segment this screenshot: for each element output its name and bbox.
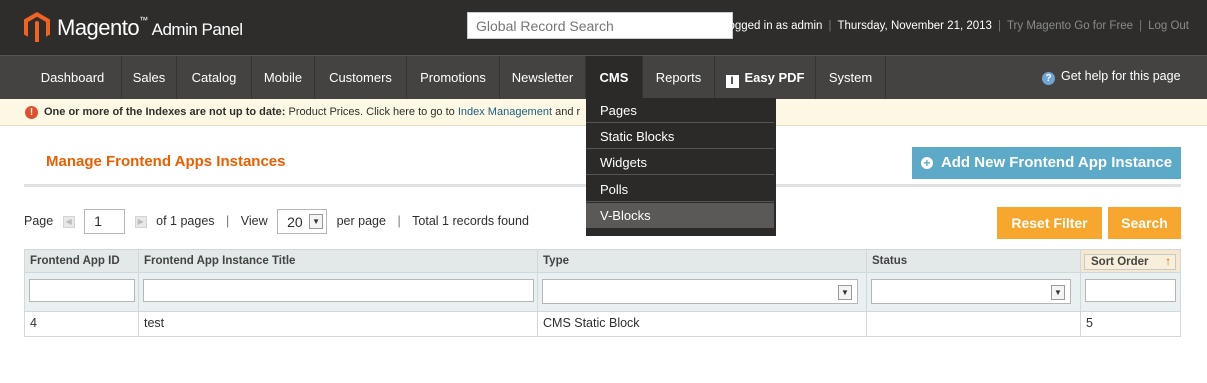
table-row[interactable]: 4 test CMS Static Block 5 [25, 312, 1180, 336]
separator: | [397, 214, 401, 229]
nav-dashboard[interactable]: Dashboard [24, 56, 122, 99]
filter-cell [25, 273, 139, 311]
menu-item-pages[interactable]: Pages [586, 98, 774, 123]
page-label: Page [24, 214, 54, 229]
help-icon: ? [1042, 72, 1055, 85]
filter-status-select[interactable]: ▼ [871, 279, 1071, 304]
cell-title: test [139, 312, 538, 336]
per-page-value: 20 [287, 214, 303, 230]
chevron-down-icon: ▼ [1051, 285, 1065, 300]
cell-type: CMS Static Block [538, 312, 867, 336]
col-instance-title[interactable]: Frontend App Instance Title [139, 250, 538, 272]
instances-grid: Frontend App ID Frontend App Instance Ti… [24, 249, 1181, 337]
nav-sales[interactable]: Sales [122, 56, 177, 99]
error-icon: ! [25, 106, 38, 119]
try-magento-go-link[interactable]: Try Magento Go for Free [1007, 20, 1133, 32]
filter-cell [139, 273, 538, 311]
filter-cell: ▼ [538, 273, 867, 311]
pdf-icon: I [725, 75, 739, 88]
trademark: ™ [139, 15, 148, 25]
total-records: Total 1 records found [412, 214, 529, 229]
brand-subtitle: Admin Panel [151, 20, 243, 39]
chevron-down-icon: ▼ [309, 214, 324, 230]
page-title: Manage Frontend Apps Instances [46, 153, 286, 170]
of-pages: of 1 pages [156, 214, 215, 229]
search-button[interactable]: Search [1108, 207, 1181, 239]
col-sort-order[interactable]: Sort Order ↑ [1081, 250, 1180, 272]
brand-title: Magento™ Admin Panel [57, 15, 243, 41]
col-status[interactable]: Status [867, 250, 1081, 272]
view-label: View [240, 214, 268, 229]
col-type[interactable]: Type [538, 250, 867, 272]
help-label: Get help for this page [1061, 69, 1181, 83]
grid-filter-row: ▼ ▼ [25, 273, 1180, 312]
cms-dropdown-menu: Pages Static Blocks Widgets Polls V-Bloc… [586, 98, 776, 236]
notice-tail: and r [555, 106, 581, 118]
pager: Page ◀ 1 ▶ of 1 pages | View 20 ▼ per pag… [24, 208, 529, 235]
chevron-down-icon: ▼ [838, 285, 852, 300]
filter-cell [1081, 273, 1180, 311]
reset-filter-button[interactable]: Reset Filter [997, 207, 1102, 239]
main-navigation: Dashboard Sales Catalog Mobile Customers… [0, 55, 1207, 99]
menu-item-widgets[interactable]: Widgets [586, 150, 774, 175]
filter-cell: ▼ [867, 273, 1081, 311]
sort-order-label: Sort Order [1091, 256, 1149, 268]
brand-name: Magento [57, 15, 140, 40]
separator: | [997, 20, 1001, 32]
page-number-input[interactable]: 1 [84, 209, 126, 235]
nav-cms[interactable]: CMS [586, 56, 643, 99]
nav-system[interactable]: System [816, 56, 886, 99]
sort-asc-icon: ↑ [1165, 256, 1171, 268]
header-links: Logged in as admin | Thursday, November 21… [722, 20, 1189, 32]
menu-item-static-blocks[interactable]: Static Blocks [586, 124, 774, 149]
filter-id-input[interactable] [29, 279, 135, 302]
help-link[interactable]: ? Get help for this page [1042, 69, 1181, 85]
separator: | [226, 214, 230, 229]
logout-link[interactable]: Log Out [1148, 20, 1189, 32]
filter-sort-input[interactable] [1085, 279, 1176, 302]
next-page-icon[interactable]: ▶ [134, 215, 147, 228]
filter-type-select[interactable]: ▼ [542, 279, 858, 304]
nav-newsletter[interactable]: Newsletter [500, 56, 586, 99]
nav-mobile[interactable]: Mobile [252, 56, 315, 99]
per-page-select[interactable]: 20 ▼ [277, 209, 328, 235]
global-search-input[interactable] [467, 12, 733, 39]
nav-reports[interactable]: Reports [643, 56, 715, 99]
add-button-label: Add New Frontend App Instance [940, 154, 1173, 171]
logged-in-text: Logged in as admin [722, 20, 823, 32]
plus-icon: + [920, 157, 933, 169]
nav-promotions[interactable]: Promotions [407, 56, 500, 99]
menu-item-v-blocks[interactable]: V-Blocks [586, 203, 774, 228]
magento-logo-icon [24, 12, 50, 42]
current-date: Thursday, November 21, 2013 [837, 20, 992, 32]
cell-status [867, 312, 1081, 336]
nav-easy-pdf[interactable]: I Easy PDF [715, 56, 816, 99]
admin-header: Magento™Admin Panel Logged in as admin | T… [0, 0, 1207, 55]
add-new-instance-button[interactable]: + Add New Frontend App Instance [912, 147, 1181, 179]
nav-customers[interactable]: Customers [315, 56, 407, 99]
cell-id: 4 [25, 312, 139, 336]
cell-sort-order: 5 [1086, 316, 1093, 330]
menu-item-polls[interactable]: Polls [586, 177, 774, 202]
notice-text: Product Prices. Click here to go to [288, 106, 455, 118]
notice-bold: One or more of the Indexes are not up to… [44, 106, 286, 118]
index-management-link[interactable]: Index Management [458, 106, 552, 118]
filter-title-input[interactable] [143, 279, 534, 302]
col-frontend-app-id[interactable]: Frontend App ID [25, 250, 139, 272]
prev-page-icon[interactable]: ◀ [62, 215, 75, 228]
sort-order-header: Sort Order ↑ [1084, 254, 1176, 270]
separator: | [1139, 20, 1143, 32]
grid-header-row: Frontend App ID Frontend App Instance Ti… [25, 250, 1180, 273]
nav-catalog[interactable]: Catalog [177, 56, 252, 99]
per-page-label: per page [336, 214, 386, 229]
nav-easy-pdf-label: Easy PDF [744, 70, 805, 85]
separator: | [828, 20, 832, 32]
